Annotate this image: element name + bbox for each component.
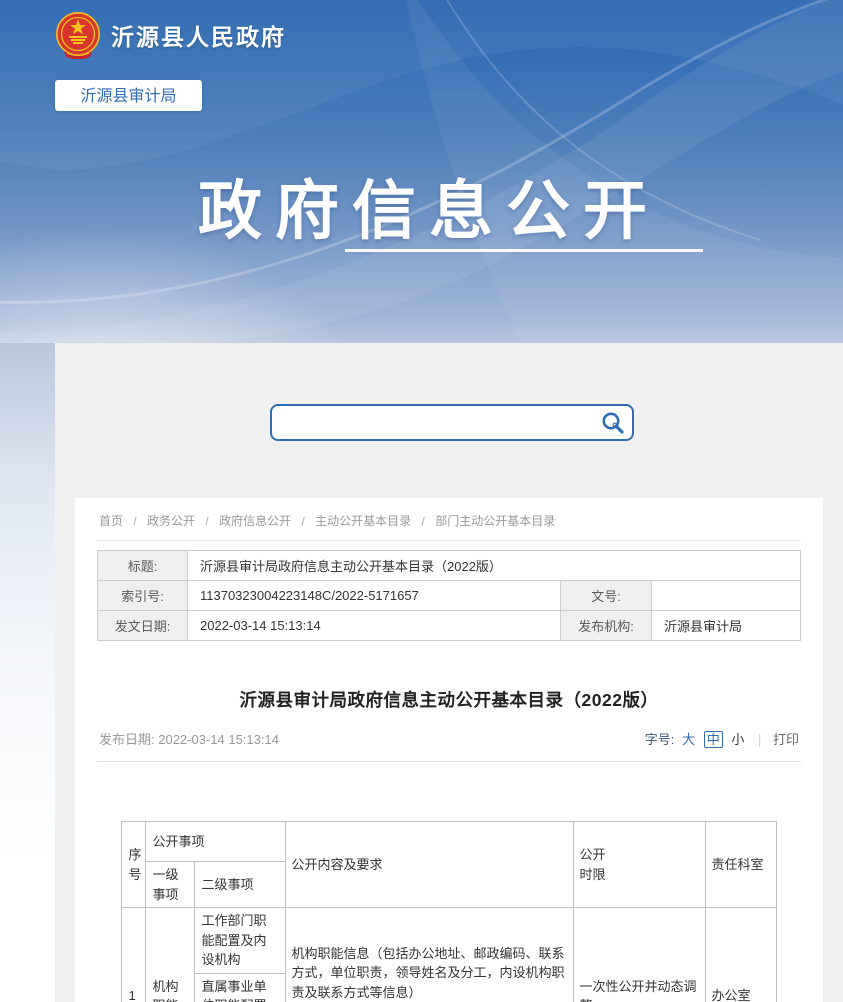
publish-date: 发布日期: 2022-03-14 15:13:14 <box>99 729 279 748</box>
breadcrumb-gov-info[interactable]: 政府信息公开 <box>219 514 291 528</box>
cell-level2-b: 直属事业单位职能配置及内设机构 <box>195 973 285 1002</box>
breadcrumb-separator: / <box>422 514 425 528</box>
col-header-seq: 序号 <box>122 822 146 908</box>
breadcrumb-separator: / <box>133 514 136 528</box>
article-card: 首页 / 政务公开 / 政府信息公开 / 主动公开基本目录 / 部门主动公开基本… <box>75 498 823 1002</box>
fontsize-large-button[interactable]: 大 <box>682 732 695 747</box>
breadcrumb-separator: / <box>301 514 304 528</box>
col-header-level1: 一级事项 <box>146 862 195 908</box>
fontsize-small-button[interactable]: 小 <box>731 732 744 747</box>
breadcrumb-catalog[interactable]: 主动公开基本目录 <box>315 514 411 528</box>
print-button[interactable]: 打印 <box>773 732 799 747</box>
dept-tab-button[interactable]: 沂源县审计局 <box>55 80 202 111</box>
col-header-public-item: 公开事项 <box>146 822 285 862</box>
cell-seq: 1 <box>122 908 146 1002</box>
breadcrumb: 首页 / 政务公开 / 政府信息公开 / 主动公开基本目录 / 部门主动公开基本… <box>97 498 801 541</box>
meta-docno-value <box>652 581 801 611</box>
document-meta-table: 标题: 沂源县审计局政府信息主动公开基本目录（2022版） 索引号: 11370… <box>97 550 801 641</box>
fontsize-medium-button[interactable]: 中 <box>704 731 723 748</box>
cell-time-limit: 一次性公开并动态调整 <box>573 908 705 1002</box>
fontsize-label: 字号: <box>645 732 675 747</box>
col-header-content: 公开内容及要求 <box>285 822 573 908</box>
cell-dept: 办公室 <box>705 908 776 1002</box>
publish-info-row: 发布日期: 2022-03-14 15:13:14 字号: 大 中 小 | 打印 <box>97 729 801 762</box>
breadcrumb-home[interactable]: 首页 <box>99 514 123 528</box>
page: 沂源县人民政府 沂源县审计局 政府信息公开 首页 / 政务公开 / <box>0 0 843 1002</box>
search-button[interactable] <box>594 406 632 439</box>
publish-date-label: 发布日期: <box>99 732 158 747</box>
search-input[interactable] <box>282 409 594 437</box>
cell-level1: 机构职能 <box>146 908 195 1002</box>
meta-org-label: 发布机构: <box>561 611 652 641</box>
meta-index-value: 11370323004223148C/2022-5171657 <box>188 581 561 611</box>
meta-docno-label: 文号: <box>561 581 652 611</box>
breadcrumb-zhengwu[interactable]: 政务公开 <box>147 514 195 528</box>
publish-date-value: 2022-03-14 15:13:14 <box>158 732 279 747</box>
col-header-level2: 二级事项 <box>195 862 285 908</box>
col-header-dept: 责任科室 <box>705 822 776 908</box>
fontsize-controls: 字号: 大 中 小 | 打印 <box>645 729 799 748</box>
meta-index-label: 索引号: <box>98 581 188 611</box>
national-emblem-icon <box>54 11 102 59</box>
fontsize-print-divider: | <box>758 732 761 747</box>
banner-page-title: 政府信息公开 <box>198 160 660 252</box>
article-title: 沂源县审计局政府信息主动公开基本目录（2022版） <box>97 687 801 712</box>
meta-date-value: 2022-03-14 15:13:14 <box>188 611 561 641</box>
search-icon <box>600 410 626 436</box>
cell-level2-a: 工作部门职能配置及内设机构 <box>195 908 285 974</box>
meta-org-value: 沂源县审计局 <box>652 611 801 641</box>
meta-date-label: 发文日期: <box>98 611 188 641</box>
public-catalog-table: 序号 公开事项 公开内容及要求 公开 时限 责任科室 一级事项 二级事项 1 机… <box>121 821 776 1002</box>
col-header-time-limit: 公开 时限 <box>573 822 705 908</box>
meta-title-label: 标题: <box>98 551 188 581</box>
search-box <box>270 404 634 441</box>
site-logo: 沂源县人民政府 <box>54 11 286 59</box>
gov-site-title: 沂源县人民政府 <box>111 18 286 52</box>
content-panel: 首页 / 政务公开 / 政府信息公开 / 主动公开基本目录 / 部门主动公开基本… <box>55 343 843 1002</box>
banner: 沂源县人民政府 沂源县审计局 政府信息公开 <box>0 0 843 343</box>
meta-title-value: 沂源县审计局政府信息主动公开基本目录（2022版） <box>188 551 801 581</box>
cell-content-ab: 机构职能信息（包括办公地址、邮政编码、联系方式，单位职责，领导姓名及分工，内设机… <box>285 908 573 1002</box>
banner-title-underline <box>345 249 703 252</box>
breadcrumb-current: 部门主动公开基本目录 <box>435 514 555 528</box>
breadcrumb-separator: / <box>205 514 208 528</box>
